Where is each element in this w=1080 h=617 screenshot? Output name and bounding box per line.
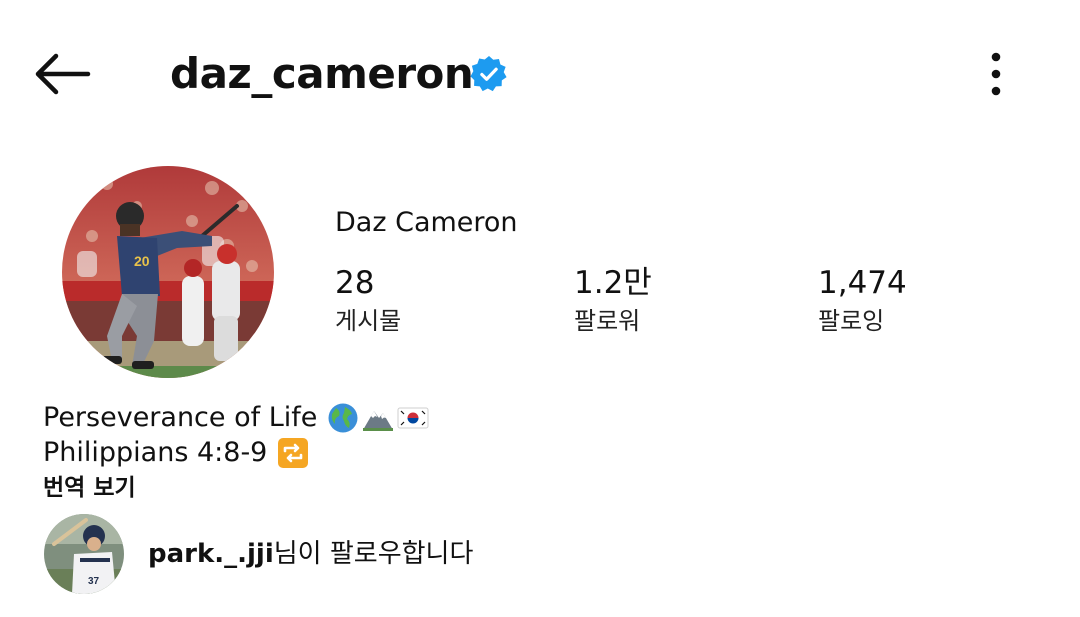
stat-posts[interactable]: 28 게시물 xyxy=(335,262,401,338)
posts-count: 28 xyxy=(335,265,375,301)
following-label: 팔로잉 xyxy=(818,307,885,335)
korea-flag-emoji-icon xyxy=(397,407,429,428)
verified-badge-icon xyxy=(470,55,507,92)
back-button[interactable] xyxy=(28,48,98,100)
bio-line-2-text: Philippians 4:8-9 xyxy=(43,437,268,468)
followed-by-suffix: 님이 팔로우합니다 xyxy=(273,539,474,569)
followed-by-text: park._.jji님이 팔로우합니다 xyxy=(148,536,473,572)
follower-avatar[interactable]: 37 xyxy=(44,514,124,594)
globe-emoji-icon xyxy=(328,403,358,432)
profile-username: daz_cameron xyxy=(170,49,474,98)
arrow-left-icon xyxy=(35,53,91,95)
bio-line-1-text: Perseverance of Life xyxy=(43,402,318,433)
bio-line-2: Philippians 4:8-9 xyxy=(43,435,429,470)
more-vertical-icon xyxy=(991,52,1001,96)
stat-followers[interactable]: 1.2만 팔로워 xyxy=(574,262,652,338)
mountain-emoji-icon xyxy=(363,410,394,431)
top-bar: daz_cameron xyxy=(0,0,1080,150)
posts-label: 게시물 xyxy=(335,307,402,335)
profile-photo: 20 xyxy=(62,166,274,378)
followers-count: 1.2만 xyxy=(574,265,652,301)
followers-label: 팔로워 xyxy=(574,307,641,335)
svg-text:37: 37 xyxy=(88,576,100,587)
display-name: Daz Cameron xyxy=(335,207,518,238)
stat-following[interactable]: 1,474 팔로잉 xyxy=(818,262,907,338)
followed-by-row[interactable]: 37 park._.jji님이 팔로우합니다 xyxy=(44,514,473,594)
following-count: 1,474 xyxy=(818,265,907,301)
bio-line-1: Perseverance of Life xyxy=(43,400,429,435)
profile-avatar[interactable]: 20 xyxy=(62,166,274,378)
see-translation-link[interactable]: 번역 보기 xyxy=(43,472,136,504)
repeat-emoji-icon xyxy=(278,437,309,468)
more-options-button[interactable] xyxy=(976,48,1016,100)
follower-photo: 37 xyxy=(44,514,124,594)
follower-username[interactable]: park._.jji xyxy=(148,539,274,569)
svg-text:20: 20 xyxy=(134,253,150,269)
profile-bio: Perseverance of Life Philippians 4:8-9 xyxy=(43,400,429,470)
